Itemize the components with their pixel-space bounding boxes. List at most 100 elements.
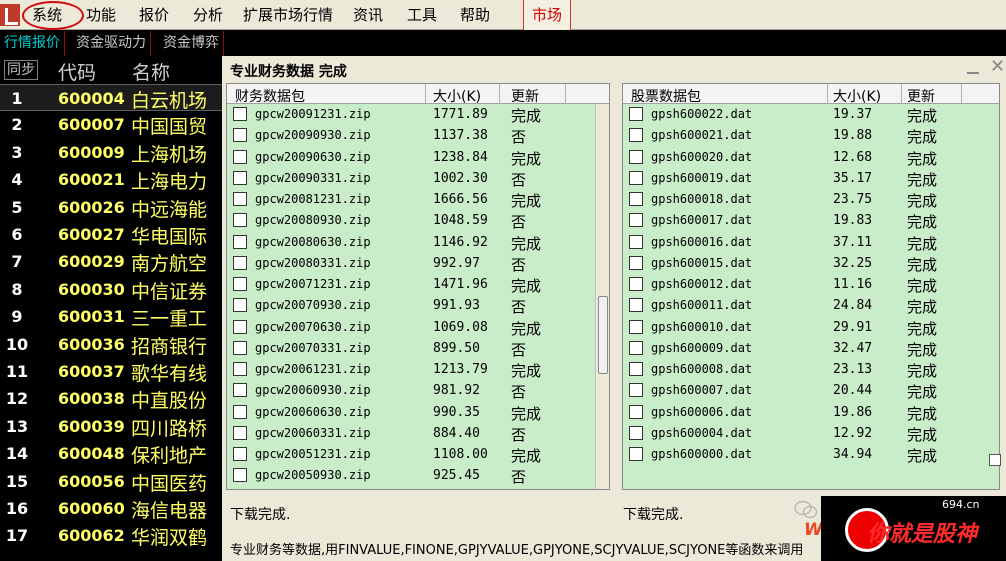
menu-system[interactable]: 系统 — [32, 0, 62, 30]
file-row[interactable]: gpcw20050930.zip 925.45 否 — [227, 465, 609, 486]
row-checkbox[interactable] — [629, 340, 643, 355]
corner-checkbox[interactable] — [989, 454, 1001, 466]
row-checkbox[interactable] — [233, 383, 247, 398]
file-row[interactable]: gpcw20080930.zip 1048.59 否 — [227, 210, 609, 231]
row-checkbox[interactable] — [233, 425, 247, 440]
row-checkbox[interactable] — [629, 170, 643, 185]
row-checkbox[interactable] — [233, 213, 247, 228]
file-row[interactable]: gpcw20090630.zip 1238.84 完成 — [227, 147, 609, 168]
scrollbar-thumb[interactable] — [598, 296, 608, 374]
file-row[interactable]: gpsh600008.dat 23.13 完成 — [623, 359, 999, 380]
row-checkbox[interactable] — [629, 107, 643, 121]
column-name[interactable]: 名称 — [132, 58, 170, 85]
file-row[interactable]: gpsh600004.dat 12.92 完成 — [623, 423, 999, 444]
row-checkbox[interactable] — [233, 149, 247, 164]
stock-row[interactable]: 11 600037 歌华有线 — [0, 358, 222, 385]
close-icon[interactable]: ✕ — [990, 58, 1006, 76]
row-checkbox[interactable] — [629, 425, 643, 440]
stock-row[interactable]: 15 600056 中国医药 — [0, 468, 222, 495]
stock-row[interactable]: 5 600026 中远海能 — [0, 194, 222, 221]
file-row[interactable]: gpcw20091231.zip 1771.89 完成 — [227, 104, 609, 125]
file-row[interactable]: gpcw20081231.zip 1666.56 完成 — [227, 189, 609, 210]
file-row[interactable]: gpcw20070930.zip 991.93 否 — [227, 295, 609, 316]
file-row[interactable]: gpsh600021.dat 19.88 完成 — [623, 125, 999, 146]
row-checkbox[interactable] — [629, 192, 643, 206]
row-checkbox[interactable] — [629, 404, 643, 419]
stock-row[interactable]: 14 600048 保利地产 — [0, 440, 222, 467]
row-checkbox[interactable] — [233, 128, 247, 143]
row-checkbox[interactable] — [233, 319, 247, 334]
menu-function[interactable]: 功能 — [86, 0, 116, 30]
row-checkbox[interactable] — [233, 170, 247, 185]
row-checkbox[interactable] — [629, 447, 643, 461]
file-row[interactable]: gpcw20090331.zip 1002.30 否 — [227, 168, 609, 189]
stock-row[interactable]: 1 600004 白云机场 — [0, 84, 222, 112]
menu-quote[interactable]: 报价 — [139, 0, 169, 30]
file-row[interactable]: gpcw20060331.zip 884.40 否 — [227, 423, 609, 444]
row-checkbox[interactable] — [233, 298, 247, 313]
row-checkbox[interactable] — [233, 468, 247, 483]
row-checkbox[interactable] — [233, 192, 247, 206]
column-update[interactable]: 更新 — [907, 86, 935, 106]
row-checkbox[interactable] — [629, 234, 643, 249]
row-checkbox[interactable] — [233, 234, 247, 249]
column-size[interactable]: 大小(K) — [433, 86, 481, 106]
row-checkbox[interactable] — [233, 447, 247, 461]
row-checkbox[interactable] — [629, 277, 643, 291]
file-row[interactable]: gpcw20090930.zip 1137.38 否 — [227, 125, 609, 146]
file-row[interactable]: gpcw20080630.zip 1146.92 完成 — [227, 232, 609, 253]
row-checkbox[interactable] — [233, 107, 247, 121]
row-checkbox[interactable] — [629, 383, 643, 398]
stock-row[interactable]: 2 600007 中国国贸 — [0, 111, 222, 138]
menu-analysis[interactable]: 分析 — [193, 0, 223, 30]
tab-quotes[interactable]: 行情报价 — [0, 31, 65, 56]
column-size[interactable]: 大小(K) — [833, 86, 881, 106]
menu-extended-market[interactable]: 扩展市场行情 — [243, 0, 333, 30]
tab-fund-game[interactable]: 资金博弈 — [159, 31, 224, 56]
row-checkbox[interactable] — [629, 319, 643, 334]
file-row[interactable]: gpsh600006.dat 19.86 完成 — [623, 402, 999, 423]
row-checkbox[interactable] — [629, 213, 643, 228]
stock-row[interactable]: 17 600062 华润双鹤 — [0, 522, 222, 549]
file-row[interactable]: gpsh600010.dat 29.91 完成 — [623, 317, 999, 338]
stock-row[interactable]: 13 600039 四川路桥 — [0, 413, 222, 440]
row-checkbox[interactable] — [629, 255, 643, 270]
file-row[interactable]: gpsh600017.dat 19.83 完成 — [623, 210, 999, 231]
row-checkbox[interactable] — [233, 340, 247, 355]
row-checkbox[interactable] — [629, 149, 643, 164]
file-row[interactable]: gpsh600020.dat 12.68 完成 — [623, 147, 999, 168]
stock-row[interactable]: 4 600021 上海电力 — [0, 166, 222, 193]
file-row[interactable]: gpsh600016.dat 37.11 完成 — [623, 232, 999, 253]
column-stock-package[interactable]: 股票数据包 — [631, 86, 701, 106]
column-finance-package[interactable]: 财务数据包 — [235, 86, 305, 106]
file-row[interactable]: gpsh600009.dat 32.47 完成 — [623, 338, 999, 359]
row-checkbox[interactable] — [233, 277, 247, 291]
file-row[interactable]: gpsh600018.dat 23.75 完成 — [623, 189, 999, 210]
vertical-scrollbar[interactable] — [595, 104, 609, 489]
stock-row[interactable]: 3 600009 上海机场 — [0, 139, 222, 166]
row-checkbox[interactable] — [629, 298, 643, 313]
sync-button[interactable]: 同步 — [4, 60, 38, 80]
stock-row[interactable]: 10 600036 招商银行 — [0, 331, 222, 358]
file-row[interactable]: gpcw20060930.zip 981.92 否 — [227, 380, 609, 401]
stock-row[interactable]: 9 600031 三一重工 — [0, 303, 222, 330]
row-checkbox[interactable] — [629, 128, 643, 143]
file-row[interactable]: gpcw20070630.zip 1069.08 完成 — [227, 317, 609, 338]
file-row[interactable]: gpsh600015.dat 32.25 完成 — [623, 253, 999, 274]
menu-market[interactable]: 市场 — [523, 0, 571, 30]
file-row[interactable]: gpcw20051231.zip 1108.00 完成 — [227, 444, 609, 465]
menu-tools[interactable]: 工具 — [407, 0, 437, 30]
stock-row[interactable]: 7 600029 南方航空 — [0, 248, 222, 275]
file-row[interactable]: gpcw20070331.zip 899.50 否 — [227, 338, 609, 359]
stock-row[interactable]: 8 600030 中信证券 — [0, 276, 222, 303]
column-update[interactable]: 更新 — [511, 86, 539, 106]
file-row[interactable]: gpcw20071231.zip 1471.96 完成 — [227, 274, 609, 295]
row-checkbox[interactable] — [233, 404, 247, 419]
file-row[interactable]: gpsh600007.dat 20.44 完成 — [623, 380, 999, 401]
tab-fund-drive[interactable]: 资金驱动力 — [72, 31, 151, 56]
row-checkbox[interactable] — [233, 255, 247, 270]
file-row[interactable]: gpcw20061231.zip 1213.79 完成 — [227, 359, 609, 380]
file-row[interactable]: gpcw20060630.zip 990.35 完成 — [227, 402, 609, 423]
file-row[interactable]: gpsh600019.dat 35.17 完成 — [623, 168, 999, 189]
file-row[interactable]: gpcw20080331.zip 992.97 否 — [227, 253, 609, 274]
